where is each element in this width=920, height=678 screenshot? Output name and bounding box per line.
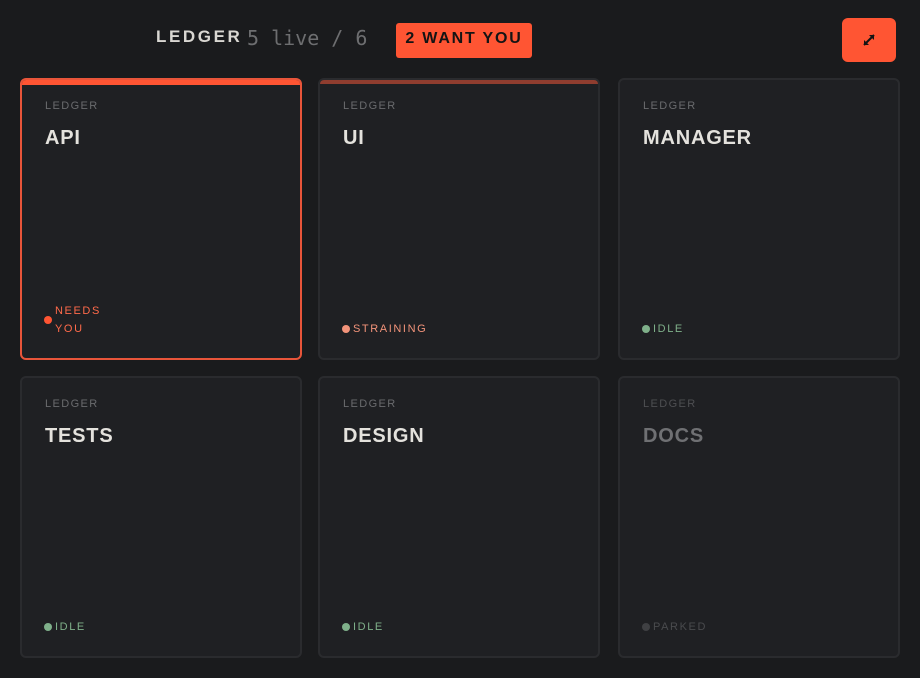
status-dot-icon xyxy=(342,325,350,333)
agent-card-ui[interactable]: LEDGER UI STRAINING xyxy=(318,78,600,360)
status-dot-icon xyxy=(642,623,650,631)
card-project: LEDGER xyxy=(643,398,697,410)
agent-card-docs[interactable]: LEDGER DOCS PARKED xyxy=(618,376,900,658)
card-name: API xyxy=(45,127,81,149)
brand-title: LEDGER xyxy=(156,27,243,46)
card-project: LEDGER xyxy=(343,398,397,410)
card-name: UI xyxy=(343,127,365,149)
card-status: IDLE xyxy=(44,618,86,636)
card-status: IDLE xyxy=(642,320,684,338)
card-name: DESIGN xyxy=(343,425,425,447)
card-strain-bar xyxy=(320,80,598,84)
card-alert-bar xyxy=(22,80,300,85)
card-name: TESTS xyxy=(45,425,114,447)
agent-card-design[interactable]: LEDGER DESIGN IDLE xyxy=(318,376,600,658)
status-dot-icon xyxy=(44,623,52,631)
status-label: NEEDS YOU xyxy=(55,305,101,335)
live-count: 5 live / 6 xyxy=(247,26,368,50)
agent-card-manager[interactable]: LEDGER MANAGER IDLE xyxy=(618,78,900,360)
status-label: STRAINING xyxy=(353,323,428,335)
card-status: IDLE xyxy=(342,618,384,636)
expand-button[interactable] xyxy=(842,18,896,62)
card-status: PARKED xyxy=(642,618,707,636)
card-project: LEDGER xyxy=(45,398,99,410)
status-dot-icon xyxy=(642,325,650,333)
card-status: STRAINING xyxy=(342,320,427,338)
status-label: IDLE xyxy=(353,621,384,633)
app-window: LEDGER 5 live / 6 2 WANT YOU LEDGER API … xyxy=(0,0,920,678)
status-label: IDLE xyxy=(653,323,684,335)
card-status: NEEDS YOU xyxy=(44,302,103,338)
agent-card-api[interactable]: LEDGER API NEEDS YOU xyxy=(20,78,302,360)
card-name: DOCS xyxy=(643,425,704,447)
status-label: IDLE xyxy=(55,621,86,633)
card-project: LEDGER xyxy=(643,100,697,112)
card-project: LEDGER xyxy=(343,100,397,112)
expand-arrows-icon xyxy=(862,33,876,47)
agent-card-tests[interactable]: LEDGER TESTS IDLE xyxy=(20,376,302,658)
status-label: PARKED xyxy=(653,621,708,633)
want-you-badge[interactable]: 2 WANT YOU xyxy=(396,23,532,58)
header-bar: LEDGER 5 live / 6 2 WANT YOU xyxy=(0,0,920,78)
status-dot-icon xyxy=(342,623,350,631)
card-name: MANAGER xyxy=(643,127,752,149)
card-project: LEDGER xyxy=(45,100,99,112)
status-dot-icon xyxy=(44,316,52,324)
